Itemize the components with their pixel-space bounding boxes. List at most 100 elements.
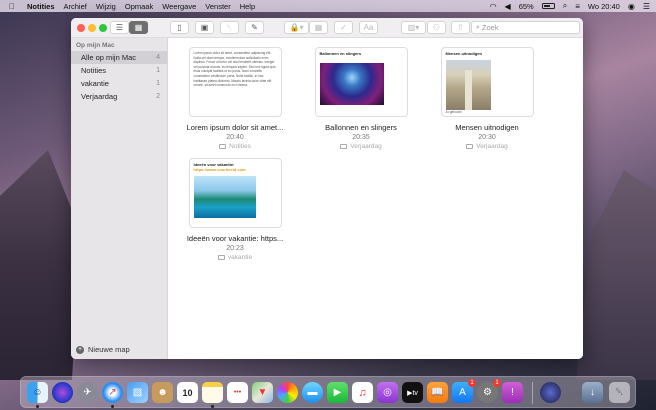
photos-icon[interactable] [277, 382, 298, 403]
note-thumbnail[interactable]: Lorem ipsum dolor sit amet, consectetur … [188, 47, 282, 117]
note-folder-label: vakantie [227, 254, 253, 261]
calendar-day: 10 [182, 387, 193, 398]
collaborate-button[interactable]: ⚇ [427, 21, 446, 34]
finder-icon[interactable]: ☺ [27, 382, 48, 403]
close-button[interactable] [77, 24, 85, 32]
preview-icon[interactable]: ▨ [127, 382, 148, 403]
list-icon: ☰ [115, 23, 124, 32]
search-input[interactable]: ⌕ Zoek [471, 21, 580, 34]
apple-icon[interactable]:  [6, 2, 18, 11]
menu-archief[interactable]: Archief [64, 2, 87, 11]
note-time: 20:23 [226, 245, 244, 252]
sidebar-item-alle-op-mijn-mac[interactable]: Alle op mijn Mac 4 [71, 51, 167, 64]
battery-percentage: 65% [518, 1, 534, 11]
menu-wijzig[interactable]: Wijzig [96, 2, 116, 11]
note-folder: vakantie [175, 254, 295, 261]
table-button[interactable]: ▦ [309, 21, 328, 34]
note-title: Lorem ipsum dolor sit amet... [186, 123, 284, 132]
note-card-mensen[interactable]: Mensen uitnodigen Jo gehoord Mensen uitn… [427, 47, 547, 150]
menu-venster[interactable]: Venster [205, 2, 230, 11]
lock-button[interactable]: 🔒▾ [284, 21, 309, 34]
tv-icon[interactable]: ▶tv [402, 382, 423, 403]
reminders-icon[interactable]: ••• [227, 382, 248, 403]
media-button[interactable]: ▨▾ [401, 21, 426, 34]
sidebar-icon: ▯ [177, 23, 182, 32]
calendar-icon[interactable]: 10 [177, 382, 198, 403]
note-thumbnail[interactable]: Ideeën voor vakantie: https://www.voorbe… [188, 158, 282, 228]
note-thumbnail[interactable]: Mensen uitnodigen Jo gehoord [440, 47, 534, 117]
notification-center-icon[interactable]: ☰ [643, 2, 650, 11]
format-button[interactable]: Aa [359, 21, 378, 34]
new-note-button[interactable]: ✎ [245, 21, 264, 34]
notes-window: ☰ ▦ ▯ ▣ ␡ ✎ 🔒▾ ▦ ✓ Aa ▨▾ ⚇ ⇧ ⌕ Zoek Op m… [71, 18, 583, 359]
sidebar-item-label: Notities [81, 66, 107, 75]
spotlight-icon[interactable]: ⌕ [563, 1, 567, 11]
facetime-icon[interactable]: ▶ [327, 382, 348, 403]
user-icon[interactable]: ◉ [628, 2, 635, 11]
note-time: 20:30 [478, 134, 496, 141]
note-preview-link[interactable]: https://www.voorbeeld.com [194, 167, 246, 172]
system-preferences-badge: 1 [493, 379, 501, 387]
gallery-view-button[interactable]: ▦ [129, 21, 148, 34]
launchpad-icon[interactable]: ✈ [77, 382, 98, 403]
photo-icon: ▨▾ [407, 23, 420, 32]
podcasts-icon[interactable]: ◎ [377, 382, 398, 403]
note-preview-caption: Jo gehoord [445, 110, 462, 114]
downloads-folder-icon[interactable]: ↓ [582, 382, 603, 403]
list-view-button[interactable]: ☰ [110, 21, 129, 34]
menu-opmaak[interactable]: Opmaak [125, 2, 153, 11]
menu-app-name[interactable]: Notities [27, 2, 55, 11]
format-label: Aa [363, 23, 374, 32]
notes-app-icon[interactable] [202, 382, 223, 403]
sidebar-item-vakantie[interactable]: vakantie 1 [71, 77, 167, 90]
sidebar-item-verjaardag[interactable]: Verjaardag 2 [71, 90, 167, 103]
new-folder-label: Nieuwe map [88, 345, 130, 354]
system-preferences-icon[interactable]: ⚙ 1 [477, 379, 501, 403]
clock[interactable]: Wo 20:40 [588, 2, 620, 11]
monterey-wallpaper-icon[interactable] [540, 382, 561, 403]
note-card-vakantie[interactable]: Ideeën voor vakantie: https://www.voorbe… [175, 158, 295, 261]
app-store-icon[interactable]: A1 [452, 379, 476, 403]
attachments-browser-button[interactable]: ▣ [195, 21, 214, 34]
zoom-button[interactable] [99, 24, 107, 32]
speaker-icon[interactable]: ◀ [505, 2, 511, 11]
grid-icon: ▦ [134, 23, 143, 32]
siri-icon[interactable] [52, 382, 73, 403]
note-title: Ideeën voor vakantie: https... [186, 234, 284, 243]
toggle-sidebar-button[interactable]: ▯ [170, 21, 189, 34]
contacts-icon[interactable]: ☻ [152, 382, 173, 403]
feedback-assistant-icon[interactable]: ! [502, 382, 523, 403]
maps-icon[interactable]: ▼ [252, 382, 273, 403]
music-icon[interactable]: ♫ [352, 382, 373, 403]
note-thumbnail[interactable]: Ballonnen en slingers [314, 47, 408, 117]
note-title: Mensen uitnodigen [455, 123, 519, 132]
minimize-button[interactable] [88, 24, 96, 32]
dock-separator [532, 382, 533, 404]
menu-weergave[interactable]: Weergave [162, 2, 196, 11]
messages-icon[interactable]: ▬ [302, 382, 323, 403]
note-card-lorem[interactable]: Lorem ipsum dolor sit amet, consectetur … [175, 47, 295, 150]
trash-icon: ␡ [226, 22, 233, 32]
sidebar-section-title: Op mijn Mac [76, 42, 115, 49]
window-toolbar: ☰ ▦ ▯ ▣ ␡ ✎ 🔒▾ ▦ ✓ Aa ▨▾ ⚇ ⇧ ⌕ Zoek [71, 18, 583, 38]
delete-button[interactable]: ␡ [220, 21, 239, 34]
sidebar-item-notities[interactable]: Notities 1 [71, 64, 167, 77]
battery-icon[interactable] [541, 3, 555, 9]
sidebar-item-label: Alle op mijn Mac [81, 53, 137, 62]
checklist-button[interactable]: ✓ [334, 21, 353, 34]
new-folder-button[interactable]: + Nieuwe map [76, 345, 130, 354]
share-button[interactable]: ⇧ [451, 21, 470, 34]
control-center-icon[interactable]: ≡ [575, 2, 580, 11]
wifi-icon[interactable]: ◠ [490, 2, 497, 11]
party-image [319, 63, 384, 105]
books-icon[interactable]: 📖 [427, 382, 448, 403]
note-preview-text: Lorem ipsum dolor sit amet, consectetur … [193, 51, 276, 88]
folder-icon [466, 144, 474, 149]
note-card-ballonnen[interactable]: Ballonnen en slingers Ballonnen en sling… [301, 47, 421, 150]
sidebar-item-count: 1 [156, 67, 160, 74]
menu-help[interactable]: Help [240, 2, 255, 11]
sidebar-item-label: Verjaardag [81, 92, 118, 101]
crowd-image [445, 60, 491, 110]
trash-icon[interactable]: ␡ [609, 382, 630, 403]
safari-icon[interactable]: ↗ [102, 382, 123, 403]
